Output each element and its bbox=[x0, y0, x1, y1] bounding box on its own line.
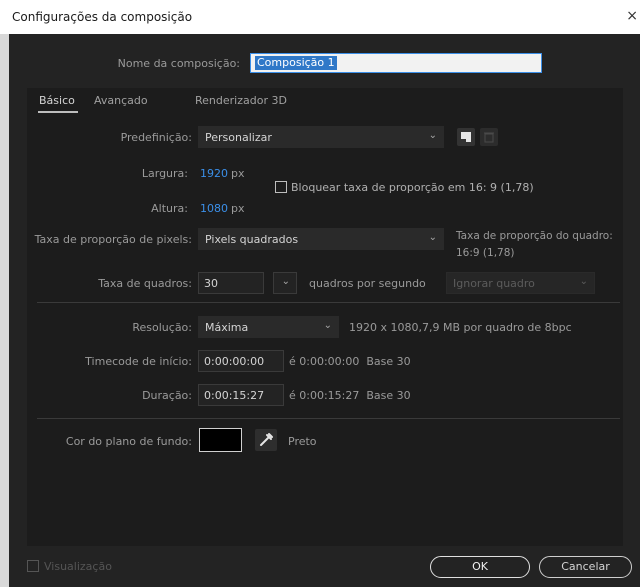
height-label: Altura: bbox=[151, 202, 188, 215]
start-timecode-input[interactable]: 0:00:00:00 bbox=[198, 350, 284, 372]
chevron-down-icon: ⌄ bbox=[428, 130, 437, 141]
start-timecode-info: é 0:00:00:00 Base 30 bbox=[289, 355, 411, 368]
composition-name-label: Nome da composição: bbox=[117, 57, 240, 70]
preset-value: Personalizar bbox=[205, 131, 272, 144]
frame-rate-dropdown[interactable]: ⌄ bbox=[273, 272, 297, 294]
tab-basic[interactable]: Básico bbox=[39, 94, 75, 107]
lock-ratio-checkbox[interactable] bbox=[275, 181, 287, 193]
duration-value: 0:00:15:27 bbox=[204, 389, 265, 402]
preset-label: Predefinição: bbox=[120, 131, 192, 144]
preset-dropdown[interactable]: Personalizar ⌄ bbox=[198, 126, 444, 148]
background-color-label: Cor do plano de fundo: bbox=[65, 435, 192, 448]
resolution-value: Máxima bbox=[205, 321, 249, 334]
frame-aspect-value: 16:9 (1,78) bbox=[456, 247, 515, 259]
composition-name-value: Composição 1 bbox=[255, 56, 337, 70]
tab-3d-renderer[interactable]: Renderizador 3D bbox=[195, 94, 287, 107]
pixel-aspect-dropdown[interactable]: Pixels quadrados ⌄ bbox=[198, 228, 444, 250]
height-value[interactable]: 1080 bbox=[200, 202, 228, 215]
window-title: Configurações da composição bbox=[12, 10, 193, 24]
resolution-dropdown[interactable]: Máxima ⌄ bbox=[198, 316, 339, 338]
drop-frame-dropdown: Ignorar quadro ⌄ bbox=[446, 272, 595, 294]
height-unit: px bbox=[231, 202, 245, 215]
title-bar: Configurações da composição × bbox=[0, 0, 640, 34]
start-timecode-label: Timecode de início: bbox=[85, 355, 192, 368]
chevron-down-icon: ⌄ bbox=[428, 232, 437, 243]
preview-label: Visualização bbox=[44, 560, 112, 573]
chevron-down-icon: ⌄ bbox=[323, 320, 332, 331]
eyedropper-icon[interactable] bbox=[255, 429, 277, 451]
window-edge bbox=[0, 34, 9, 587]
frame-rate-unit: quadros por segundo bbox=[309, 277, 426, 290]
ok-button[interactable]: OK bbox=[430, 556, 530, 578]
composition-name-input[interactable]: Composição 1 bbox=[250, 53, 542, 73]
tab-advanced[interactable]: Avançado bbox=[94, 94, 148, 107]
chevron-down-icon: ⌄ bbox=[281, 276, 290, 287]
background-color-name: Preto bbox=[288, 435, 317, 448]
duration-info: é 0:00:15:27 Base 30 bbox=[289, 389, 411, 402]
background-color-swatch[interactable] bbox=[199, 428, 242, 452]
width-label: Largura: bbox=[141, 167, 188, 180]
frame-rate-value: 30 bbox=[204, 277, 218, 290]
trash-icon[interactable] bbox=[480, 128, 498, 146]
frame-rate-input[interactable]: 30 bbox=[198, 272, 264, 294]
frame-rate-label: Taxa de quadros: bbox=[98, 277, 192, 290]
drop-frame-value: Ignorar quadro bbox=[453, 277, 535, 290]
save-preset-icon[interactable] bbox=[457, 128, 475, 146]
width-value[interactable]: 1920 bbox=[200, 167, 228, 180]
pixel-aspect-label: Taxa de proporção de pixels: bbox=[34, 233, 192, 246]
divider bbox=[37, 302, 620, 303]
frame-aspect-label: Taxa de proporção do quadro: bbox=[456, 230, 613, 242]
chevron-down-icon: ⌄ bbox=[579, 276, 588, 287]
preview-checkbox[interactable] bbox=[27, 560, 39, 572]
pixel-aspect-value: Pixels quadrados bbox=[205, 233, 299, 246]
divider bbox=[37, 418, 620, 419]
duration-label: Duração: bbox=[142, 389, 192, 402]
start-timecode-value: 0:00:00:00 bbox=[204, 355, 265, 368]
close-icon[interactable]: × bbox=[626, 8, 638, 24]
resolution-label: Resolução: bbox=[132, 321, 192, 334]
cancel-button[interactable]: Cancelar bbox=[539, 556, 632, 578]
lock-ratio-label: Bloquear taxa de proporção em 16: 9 (1,7… bbox=[291, 181, 534, 194]
width-unit: px bbox=[231, 167, 245, 180]
duration-input[interactable]: 0:00:15:27 bbox=[198, 384, 284, 406]
active-tab-indicator bbox=[38, 111, 78, 113]
resolution-info: 1920 x 1080,7,9 MB por quadro de 8bpc bbox=[349, 321, 572, 334]
